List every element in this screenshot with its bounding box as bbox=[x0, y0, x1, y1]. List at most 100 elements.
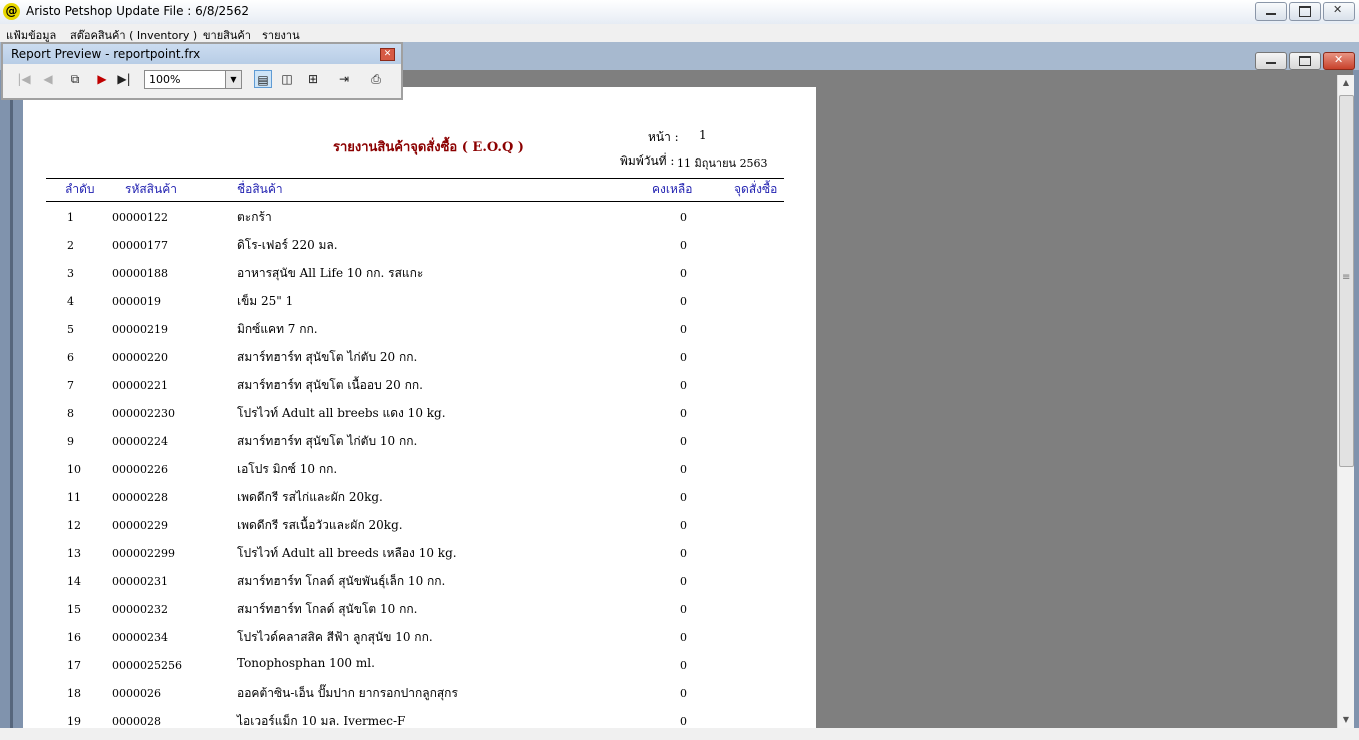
table-row: 6 00000220 สมาร์ทฮาร์ท สุนัขโต ไก่ตับ 20 ก… bbox=[23, 348, 816, 376]
close-button[interactable] bbox=[1323, 2, 1355, 21]
table-row: 14 00000231 สมาร์ทฮาร์ท โกลด์ สุนัขพันธุ์เ… bbox=[23, 572, 816, 600]
print-icon[interactable]: ⎙ bbox=[367, 70, 385, 88]
row-number: 3 bbox=[67, 267, 74, 280]
remaining-qty: 0 bbox=[680, 687, 687, 700]
scroll-thumb[interactable] bbox=[1339, 95, 1354, 467]
product-name: Tonophosphan 100 ml. bbox=[237, 656, 375, 670]
table-row: 8 000002230 โปรไวท์ Adult all breebs แดง 1… bbox=[23, 404, 816, 432]
page-number: 1 bbox=[699, 128, 707, 142]
col-header-remaining: คงเหลือ bbox=[652, 182, 693, 196]
table-row: 11 00000228 เพดดีกรี รสไก่และผัก 20kg. 0 bbox=[23, 488, 816, 516]
last-page-icon[interactable]: ▶| bbox=[115, 70, 133, 88]
vertical-scrollbar[interactable]: ▲ ▼ bbox=[1337, 75, 1354, 728]
col-header-reorder: จุดสั่งซื้อ bbox=[734, 182, 778, 196]
one-page-icon[interactable]: ▤ bbox=[254, 70, 272, 88]
preview-close-icon[interactable]: ✕ bbox=[380, 48, 395, 61]
mdi-area: ▲ ▼ รายงานสินค้าจุดสั่งซื้อ ( E.O.Q ) หน… bbox=[0, 42, 1359, 728]
remaining-qty: 0 bbox=[680, 659, 687, 672]
maximize-button[interactable] bbox=[1289, 2, 1321, 21]
product-code: 000002299 bbox=[112, 547, 175, 560]
product-code: 00000219 bbox=[112, 323, 168, 336]
product-code: 000002230 bbox=[112, 407, 175, 420]
table-row: 9 00000224 สมาร์ทฮาร์ท สุนัขโต ไก่ตับ 10 ก… bbox=[23, 432, 816, 460]
close-preview-icon[interactable]: ⇥ bbox=[335, 70, 353, 88]
product-name: สมาร์ทฮาร์ท โกลด์ สุนัขพันธุ์เล็ก 10 กก. bbox=[237, 574, 446, 588]
product-code: 00000228 bbox=[112, 491, 168, 504]
page-label: หน้า : bbox=[648, 130, 679, 144]
app-icon: @ bbox=[3, 3, 20, 20]
product-name: ออคต้าซิน-เอ็น ปั๊มปาก ยากรอกปากลูกสุกร bbox=[237, 686, 458, 700]
product-name: อาหารสุนัข All Life 10 กก. รสแกะ bbox=[237, 266, 424, 280]
row-number: 11 bbox=[67, 491, 81, 504]
product-code: 00000226 bbox=[112, 463, 168, 476]
scroll-down-icon[interactable]: ▼ bbox=[1338, 712, 1354, 728]
child-close-button[interactable] bbox=[1323, 52, 1355, 70]
remaining-qty: 0 bbox=[680, 407, 687, 420]
product-code: 0000028 bbox=[112, 715, 161, 728]
row-number: 8 bbox=[67, 407, 74, 420]
printed-date-label: พิมพ์วันที่ : bbox=[620, 154, 675, 168]
remaining-qty: 0 bbox=[680, 715, 687, 728]
remaining-qty: 0 bbox=[680, 239, 687, 252]
product-name: เข็ม 25" 1 bbox=[237, 294, 294, 308]
row-number: 15 bbox=[67, 603, 81, 616]
product-code: 00000234 bbox=[112, 631, 168, 644]
table-row: 12 00000229 เพดดีกรี รสเนื้อวัวและผัก 20kg… bbox=[23, 516, 816, 544]
product-code: 0000025256 bbox=[112, 659, 182, 672]
product-code: 00000224 bbox=[112, 435, 168, 448]
two-page-icon[interactable]: ◫ bbox=[278, 70, 296, 88]
product-name: สมาร์ทฮาร์ท สุนัขโต ไก่ตับ 10 กก. bbox=[237, 434, 418, 448]
product-code: 00000231 bbox=[112, 575, 168, 588]
remaining-qty: 0 bbox=[680, 575, 687, 588]
remaining-qty: 0 bbox=[680, 295, 687, 308]
product-name: สมาร์ทฮาร์ท สุนัขโต เนื้ออบ 20 กก. bbox=[237, 378, 423, 392]
product-name: สมาร์ทฮาร์ท สุนัขโต ไก่ตับ 20 กก. bbox=[237, 350, 418, 364]
product-name: เพดดีกรี รสเนื้อวัวและผัก 20kg. bbox=[237, 518, 403, 532]
product-name: มิกซ์แคท 7 กก. bbox=[237, 322, 318, 336]
chevron-down-icon[interactable]: ▼ bbox=[225, 71, 241, 88]
row-number: 9 bbox=[67, 435, 74, 448]
product-name: โปรไวด์คลาสสิค สีฟ้า ลูกสุนัข 10 กก. bbox=[237, 630, 433, 644]
zoom-select[interactable]: 100% ▼ bbox=[144, 70, 242, 89]
remaining-qty: 0 bbox=[680, 519, 687, 532]
remaining-qty: 0 bbox=[680, 547, 687, 560]
child-minimize-button[interactable] bbox=[1255, 52, 1287, 70]
prev-page-icon[interactable]: ◀ bbox=[39, 70, 57, 88]
row-number: 14 bbox=[67, 575, 81, 588]
remaining-qty: 0 bbox=[680, 631, 687, 644]
row-number: 10 bbox=[67, 463, 81, 476]
first-page-icon[interactable]: |◀ bbox=[15, 70, 33, 88]
col-header-name: ชื่อสินค้า bbox=[237, 182, 283, 196]
row-number: 12 bbox=[67, 519, 81, 532]
window-controls bbox=[1255, 2, 1355, 21]
next-page-icon[interactable]: ▶ bbox=[93, 70, 111, 88]
product-code: 00000220 bbox=[112, 351, 168, 364]
window-title: Aristo Petshop Update File : 6/8/2562 bbox=[26, 4, 250, 18]
table-row: 13 000002299 โปรไวท์ Adult all breeds เหลื… bbox=[23, 544, 816, 572]
product-code: 00000221 bbox=[112, 379, 168, 392]
minimize-button[interactable] bbox=[1255, 2, 1287, 21]
table-row: 10 00000226 เอโปร มิกซ์ 10 กก. 0 bbox=[23, 460, 816, 488]
remaining-qty: 0 bbox=[680, 323, 687, 336]
table-row: 1 00000122 ตะกร้า 0 bbox=[23, 208, 816, 236]
menu-bar: แฟ้มข้อมูล สต๊อคสินค้า ( Inventory ) ขาย… bbox=[0, 24, 1359, 42]
goto-page-icon[interactable]: ⧉ bbox=[66, 70, 84, 88]
remaining-qty: 0 bbox=[680, 463, 687, 476]
scroll-up-icon[interactable]: ▲ bbox=[1338, 75, 1354, 91]
title-bar: @ Aristo Petshop Update File : 6/8/2562 bbox=[0, 0, 1359, 25]
table-row: 5 00000219 มิกซ์แคท 7 กก. 0 bbox=[23, 320, 816, 348]
row-number: 16 bbox=[67, 631, 81, 644]
table-row: 4 0000019 เข็ม 25" 1 0 bbox=[23, 292, 816, 320]
zoom-value: 100% bbox=[149, 73, 181, 86]
table-row: 3 00000188 อาหารสุนัข All Life 10 กก. รสแก… bbox=[23, 264, 816, 292]
row-number: 13 bbox=[67, 547, 81, 560]
table-row: 16 00000234 โปรไวด์คลาสสิค สีฟ้า ลูกสุนัข … bbox=[23, 628, 816, 656]
row-number: 19 bbox=[67, 715, 81, 728]
child-restore-button[interactable] bbox=[1289, 52, 1321, 70]
multi-page-icon[interactable]: ⊞ bbox=[304, 70, 322, 88]
product-name: ตะกร้า bbox=[237, 210, 272, 224]
header-bottom-line bbox=[46, 201, 784, 202]
remaining-qty: 0 bbox=[680, 379, 687, 392]
row-number: 2 bbox=[67, 239, 74, 252]
remaining-qty: 0 bbox=[680, 267, 687, 280]
